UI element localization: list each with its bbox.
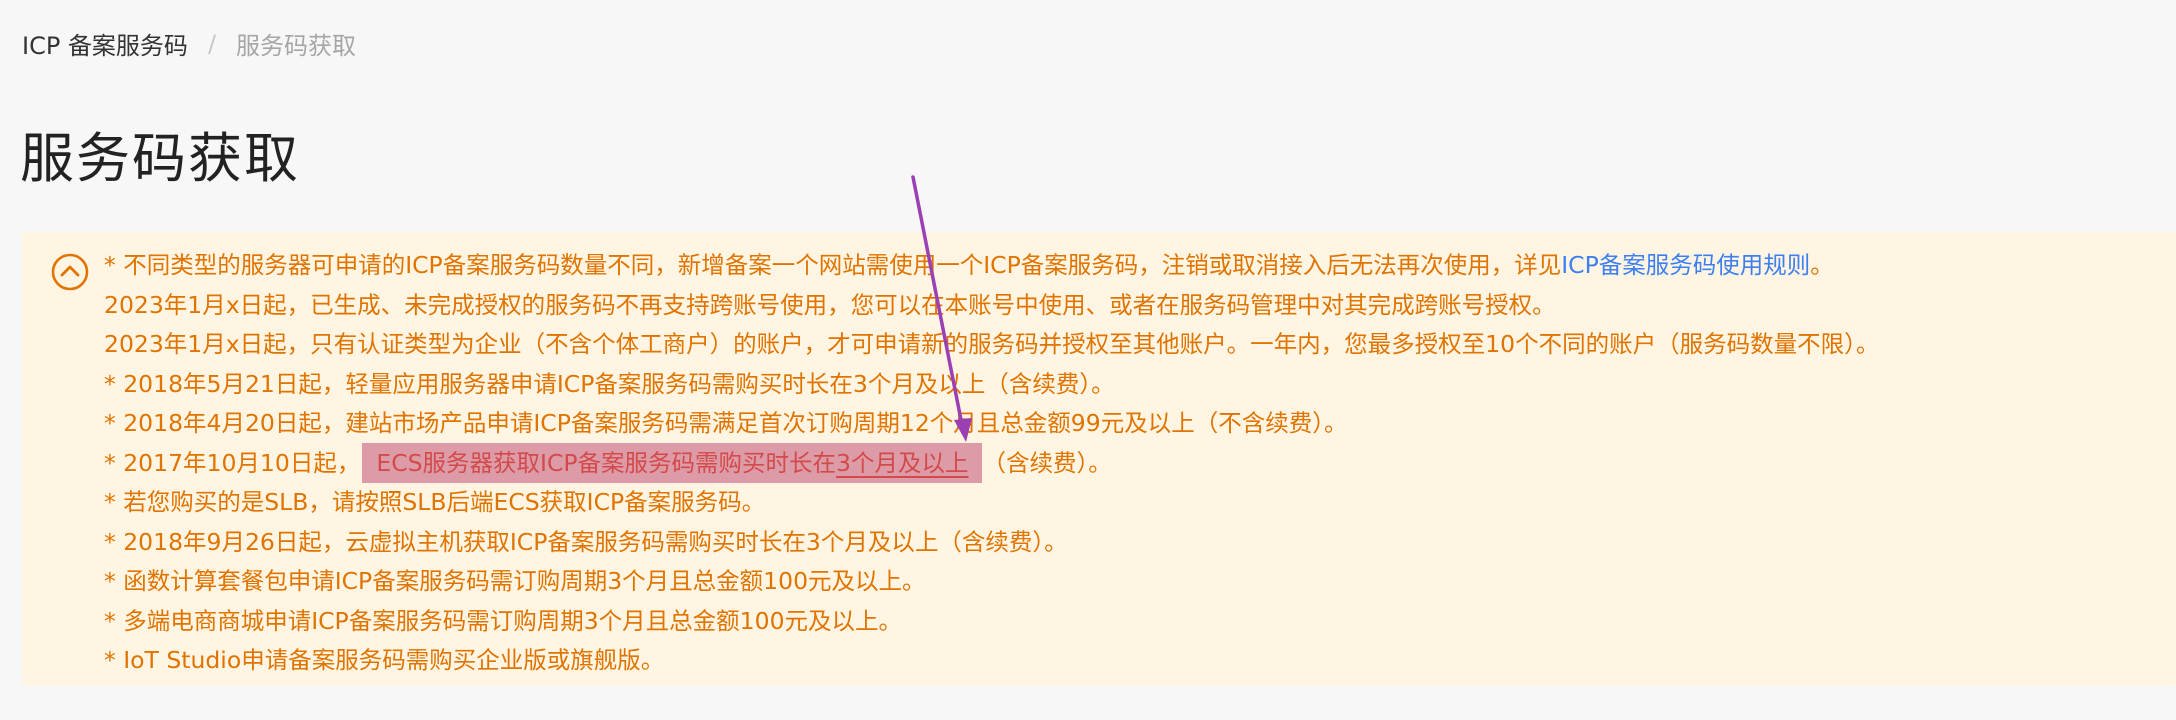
notice-line: * 2018年9月26日起，云虚拟主机获取ICP备案服务码需购买时长在3个月及以… xyxy=(104,527,1068,556)
highlight-underlined-text: 3个月及以上 xyxy=(836,448,969,477)
breadcrumb-root-link[interactable]: ICP 备案服务码 xyxy=(22,26,188,61)
highlight-mark: ECS服务器获取ICP备案服务码需购买时长在3个月及以上 xyxy=(362,442,983,483)
notice-text: * 不同类型的服务器可申请的ICP备案服务码数量不同，新增备案一个网站需使用一个… xyxy=(104,251,1562,279)
page: ICP 备案服务码 / 服务码获取 服务码获取 * 不同类型的服务器可申请的IC… xyxy=(0,0,2176,720)
notice-text: 。 xyxy=(1810,251,1834,279)
notice-line: * IoT Studio申请备案服务码需购买企业版或旗舰版。 xyxy=(104,646,665,674)
notice-line: * 多端电商商城申请ICP备案服务码需订购周期3个月且总金额100元及以上。 xyxy=(104,606,903,635)
breadcrumb: ICP 备案服务码 / 服务码获取 xyxy=(22,26,356,61)
chevron-up-circle-icon[interactable] xyxy=(50,252,90,292)
notice-line: * 不同类型的服务器可申请的ICP备案服务码数量不同，新增备案一个网站需使用一个… xyxy=(104,246,2176,286)
rules-link[interactable]: ICP备案服务码使用规则 xyxy=(1561,251,1810,279)
breadcrumb-current: 服务码获取 xyxy=(236,32,357,60)
notice-text: * 2017年10月10日起， xyxy=(104,448,361,477)
highlight-text: ECS服务器获取ICP备案服务码需购买时长在 xyxy=(376,448,837,477)
notice-line: * 2018年4月20日起，建站市场产品申请ICP备案服务码需满足首次订购周期1… xyxy=(104,409,1348,437)
notice-line: * 若您购买的是SLB，请按照SLB后端ECS获取ICP备案服务码。 xyxy=(104,488,766,516)
notice-list: * 不同类型的服务器可申请的ICP备案服务码数量不同，新增备案一个网站需使用一个… xyxy=(104,246,2176,681)
notice-line: * 2018年5月21日起，轻量应用服务器申请ICP备案服务码需购买时长在3个月… xyxy=(104,369,1115,398)
breadcrumb-separator: / xyxy=(207,29,217,58)
page-title: 服务码获取 xyxy=(20,127,300,190)
notice-line: 2023年1月x日起，已生成、未完成授权的服务码不再支持跨账号使用，您可以在本账… xyxy=(104,290,1556,319)
notice-text: （含续费）。 xyxy=(982,448,1112,477)
notice-line: 2023年1月x日起，只有认证类型为企业（不含个体工商户）的账户，才可申请新的服… xyxy=(104,330,1880,358)
notice-line-highlighted: * 2017年10月10日起， ECS服务器获取ICP备案服务码需购买时长在3个月… xyxy=(104,442,2176,484)
notice-line: * 函数计算套餐包申请ICP备案服务码需订购周期3个月且总金额100元及以上。 xyxy=(104,567,926,595)
